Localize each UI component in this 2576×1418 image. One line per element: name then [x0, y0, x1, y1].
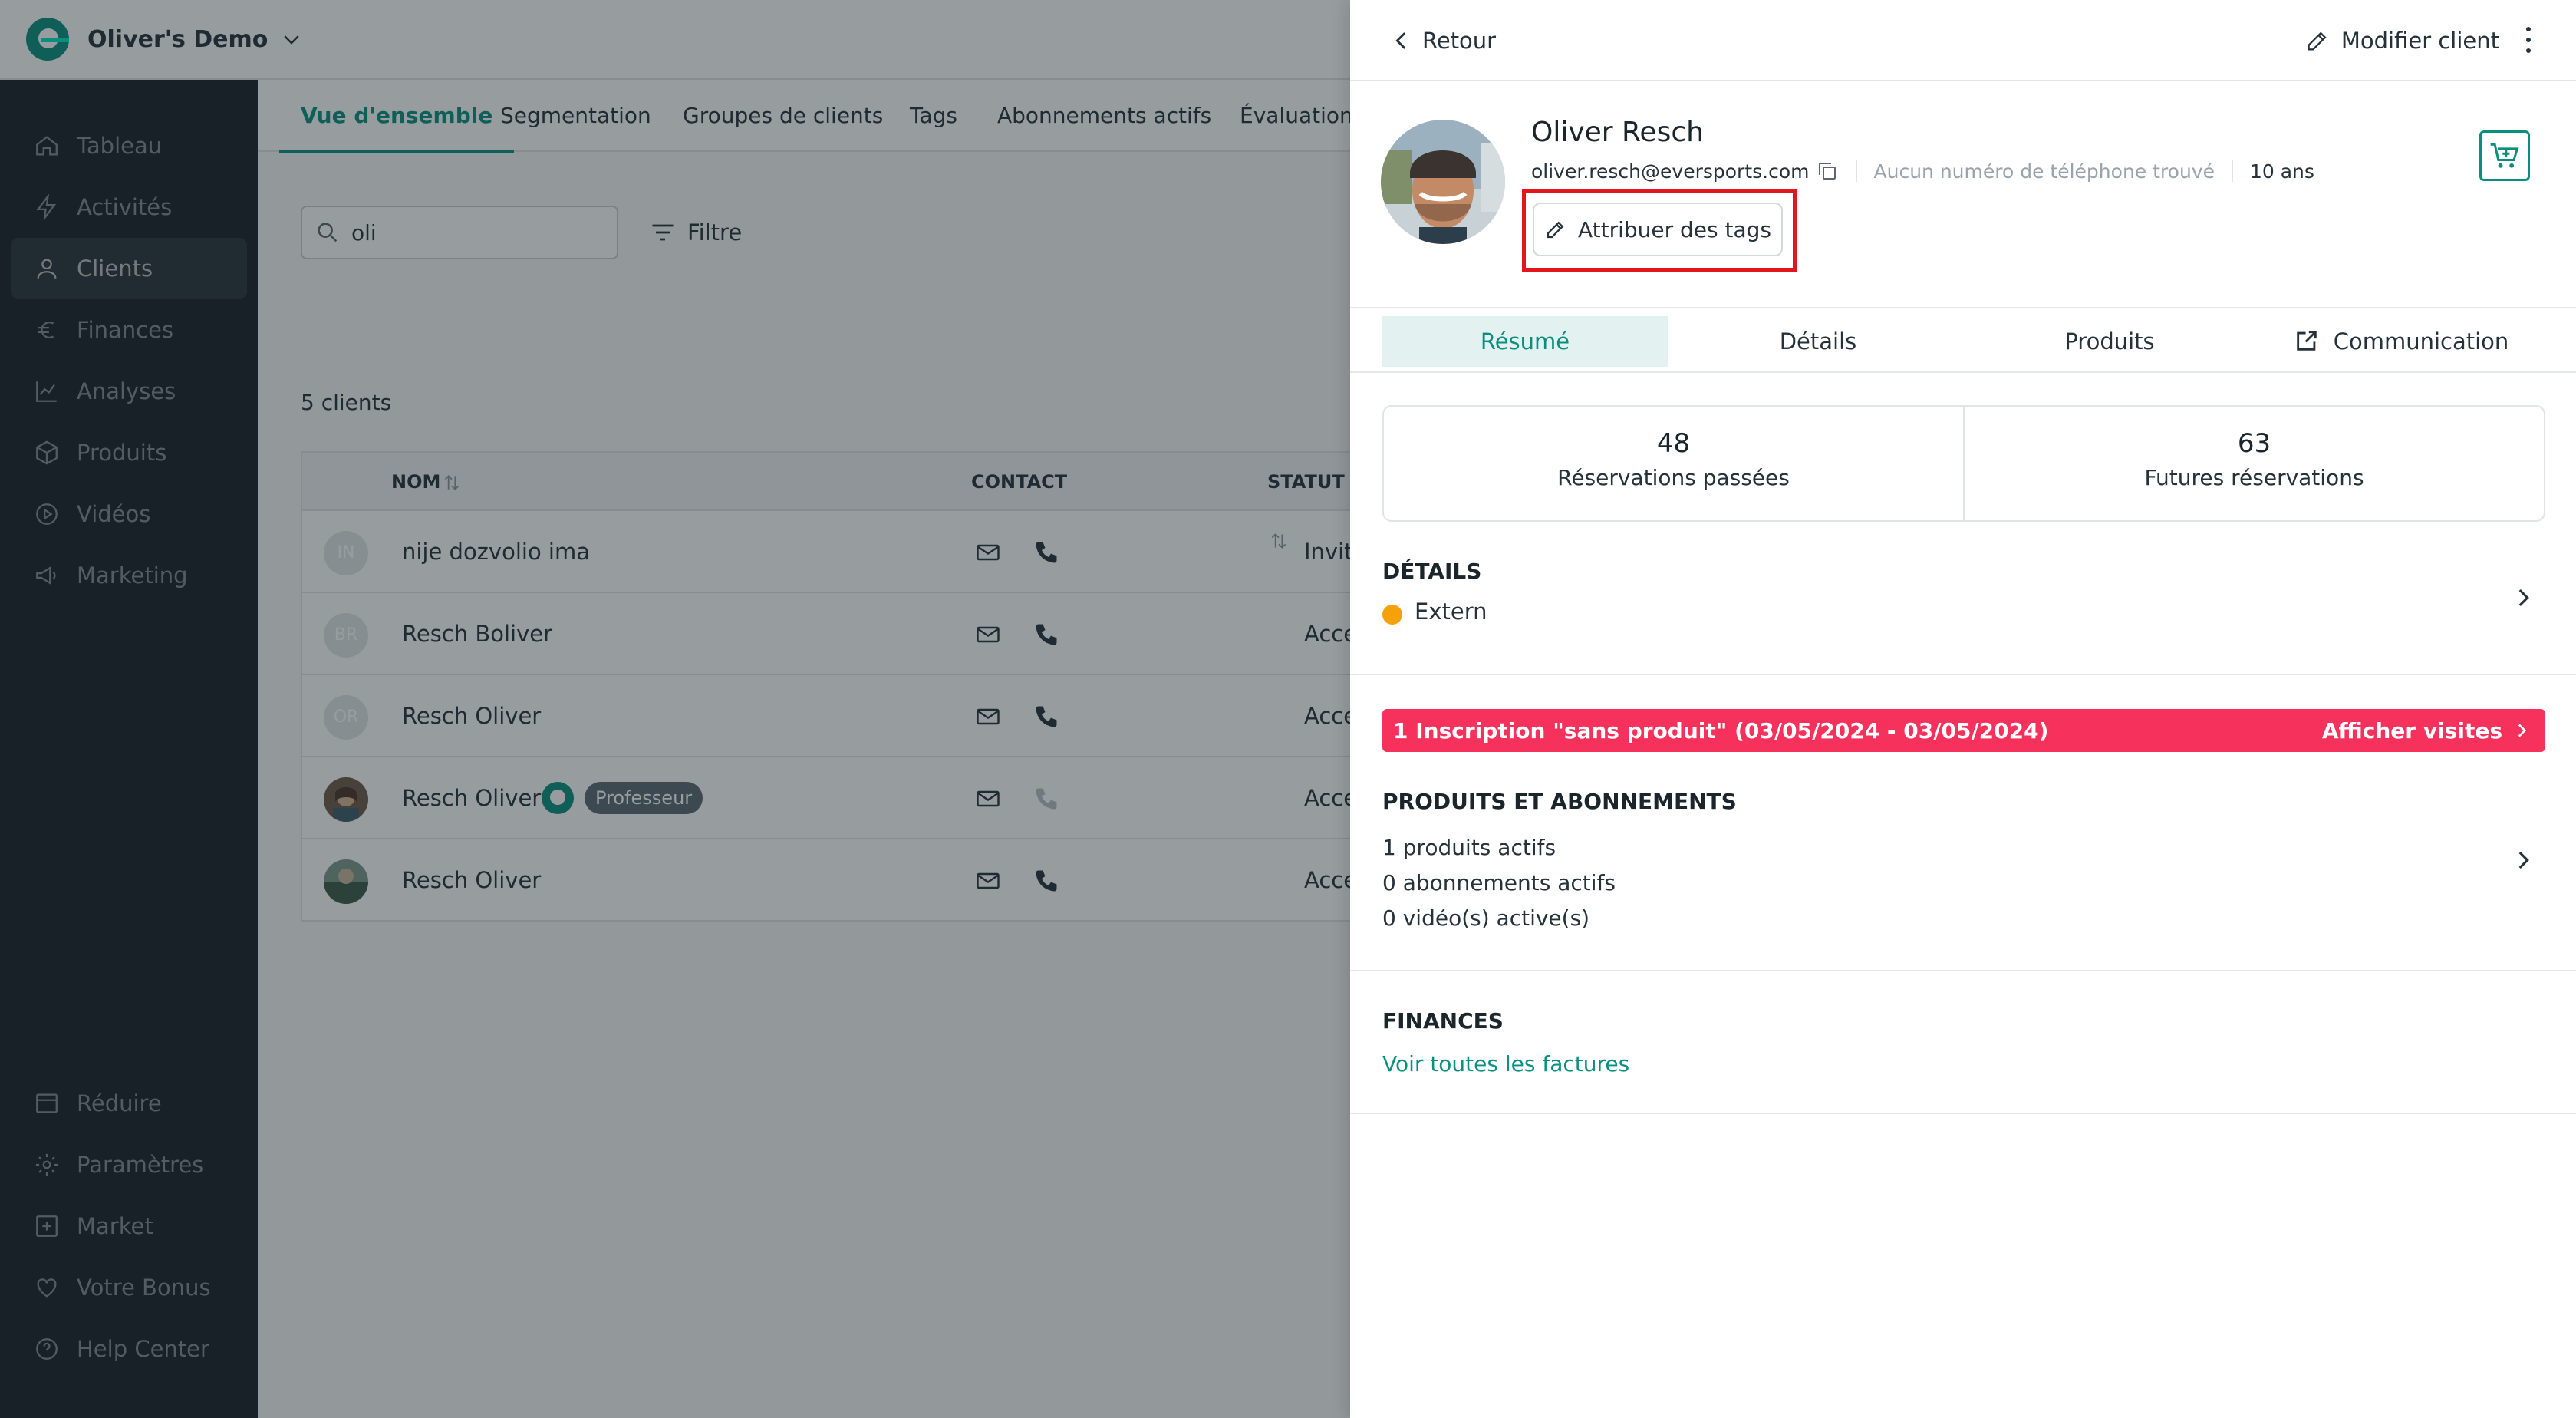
client-phone: Aucun numéro de téléphone trouvé: [1873, 160, 2215, 183]
tab-label: Communication: [2333, 328, 2509, 354]
pencil-icon: [2308, 31, 2327, 51]
client-name: Oliver Resch: [1531, 117, 1704, 148]
chevron-right-icon: [2518, 724, 2527, 737]
client-type-label: Extern: [1415, 599, 1487, 625]
back-label: Retour: [1422, 28, 1497, 54]
section-divider: [1350, 674, 2576, 675]
tab-communication[interactable]: Communication: [2258, 316, 2544, 367]
show-visits-link[interactable]: Afficher visites: [2322, 709, 2532, 752]
app-background: Oliver's Demo Tableau Activités Clients …: [0, 0, 1394, 1418]
chevron-right-icon[interactable]: [2510, 847, 2536, 873]
cart-icon: [2490, 143, 2519, 168]
client-age: 10 ans: [2249, 160, 2314, 183]
tab-details[interactable]: Détails: [1675, 316, 1961, 367]
stat-value: 48: [1656, 428, 1691, 459]
details-section-title: DÉTAILS: [1382, 559, 1482, 584]
chevron-right-icon[interactable]: [2510, 585, 2536, 611]
stat-value: 63: [2237, 428, 2271, 459]
finances-section-title: FINANCES: [1382, 1008, 1504, 1034]
booking-stats: 48 Réservations passées 63 Futures réser…: [1382, 405, 2545, 522]
registration-alert-banner: 1 Inscription "sans produit" (03/05/2024…: [1382, 709, 2545, 752]
meta-separator: [2231, 160, 2233, 182]
stat-label: Réservations passées: [1557, 465, 1790, 490]
edit-client-button[interactable]: Modifier client: [2304, 21, 2499, 60]
panel-tabs: Résumé Détails Produits Communication: [1350, 307, 2576, 373]
edit-client-label: Modifier client: [2340, 28, 2499, 54]
pencil-icon: [1547, 221, 1564, 239]
meta-separator: [1855, 160, 1857, 182]
assign-tags-label: Attribuer des tags: [1577, 216, 1772, 242]
client-email[interactable]: oliver.resch@eversports.com: [1531, 160, 1810, 183]
section-divider: [1350, 970, 2576, 971]
stat-label: Futures réservations: [2144, 465, 2364, 490]
show-visits-label: Afficher visites: [2321, 717, 2502, 744]
back-button[interactable]: Retour: [1388, 21, 1496, 60]
view-invoices-link[interactable]: Voir toutes les factures: [1382, 1051, 1629, 1077]
alert-text: 1 Inscription "sans produit" (03/05/2024…: [1393, 717, 2049, 744]
status-dot: [1382, 605, 1402, 625]
section-divider: [1350, 1113, 2576, 1114]
assign-tags-button[interactable]: Attribuer des tags: [1533, 203, 1783, 256]
client-avatar: [1381, 120, 1505, 244]
products-section-title: PRODUITS ET ABONNEMENTS: [1382, 789, 1737, 814]
stat-future-bookings: 63 Futures réservations: [1963, 407, 2544, 520]
stat-past-bookings: 48 Réservations passées: [1384, 407, 1963, 520]
tab-products[interactable]: Produits: [1967, 316, 2252, 367]
chevron-left-icon: [1395, 32, 1406, 49]
client-detail-panel: Retour Modifier client Oliver Resch oliv…: [1350, 0, 2576, 1418]
copy-icon[interactable]: [1816, 160, 1839, 183]
tab-summary[interactable]: Résumé: [1382, 316, 1668, 367]
external-link-icon: [2296, 331, 2317, 351]
modal-backdrop[interactable]: [0, 0, 1350, 1418]
client-meta: oliver.resch@eversports.com Aucun numéro…: [1531, 158, 2314, 184]
cart-button[interactable]: [2479, 130, 2530, 181]
active-subscriptions-count: 0 abonnements actifs: [1382, 870, 1616, 895]
active-videos-count: 0 vidéo(s) active(s): [1382, 905, 1590, 931]
active-products-count: 1 produits actifs: [1382, 835, 1556, 860]
panel-header: Retour Modifier client: [1350, 0, 2576, 81]
more-options-icon[interactable]: [2521, 25, 2536, 55]
